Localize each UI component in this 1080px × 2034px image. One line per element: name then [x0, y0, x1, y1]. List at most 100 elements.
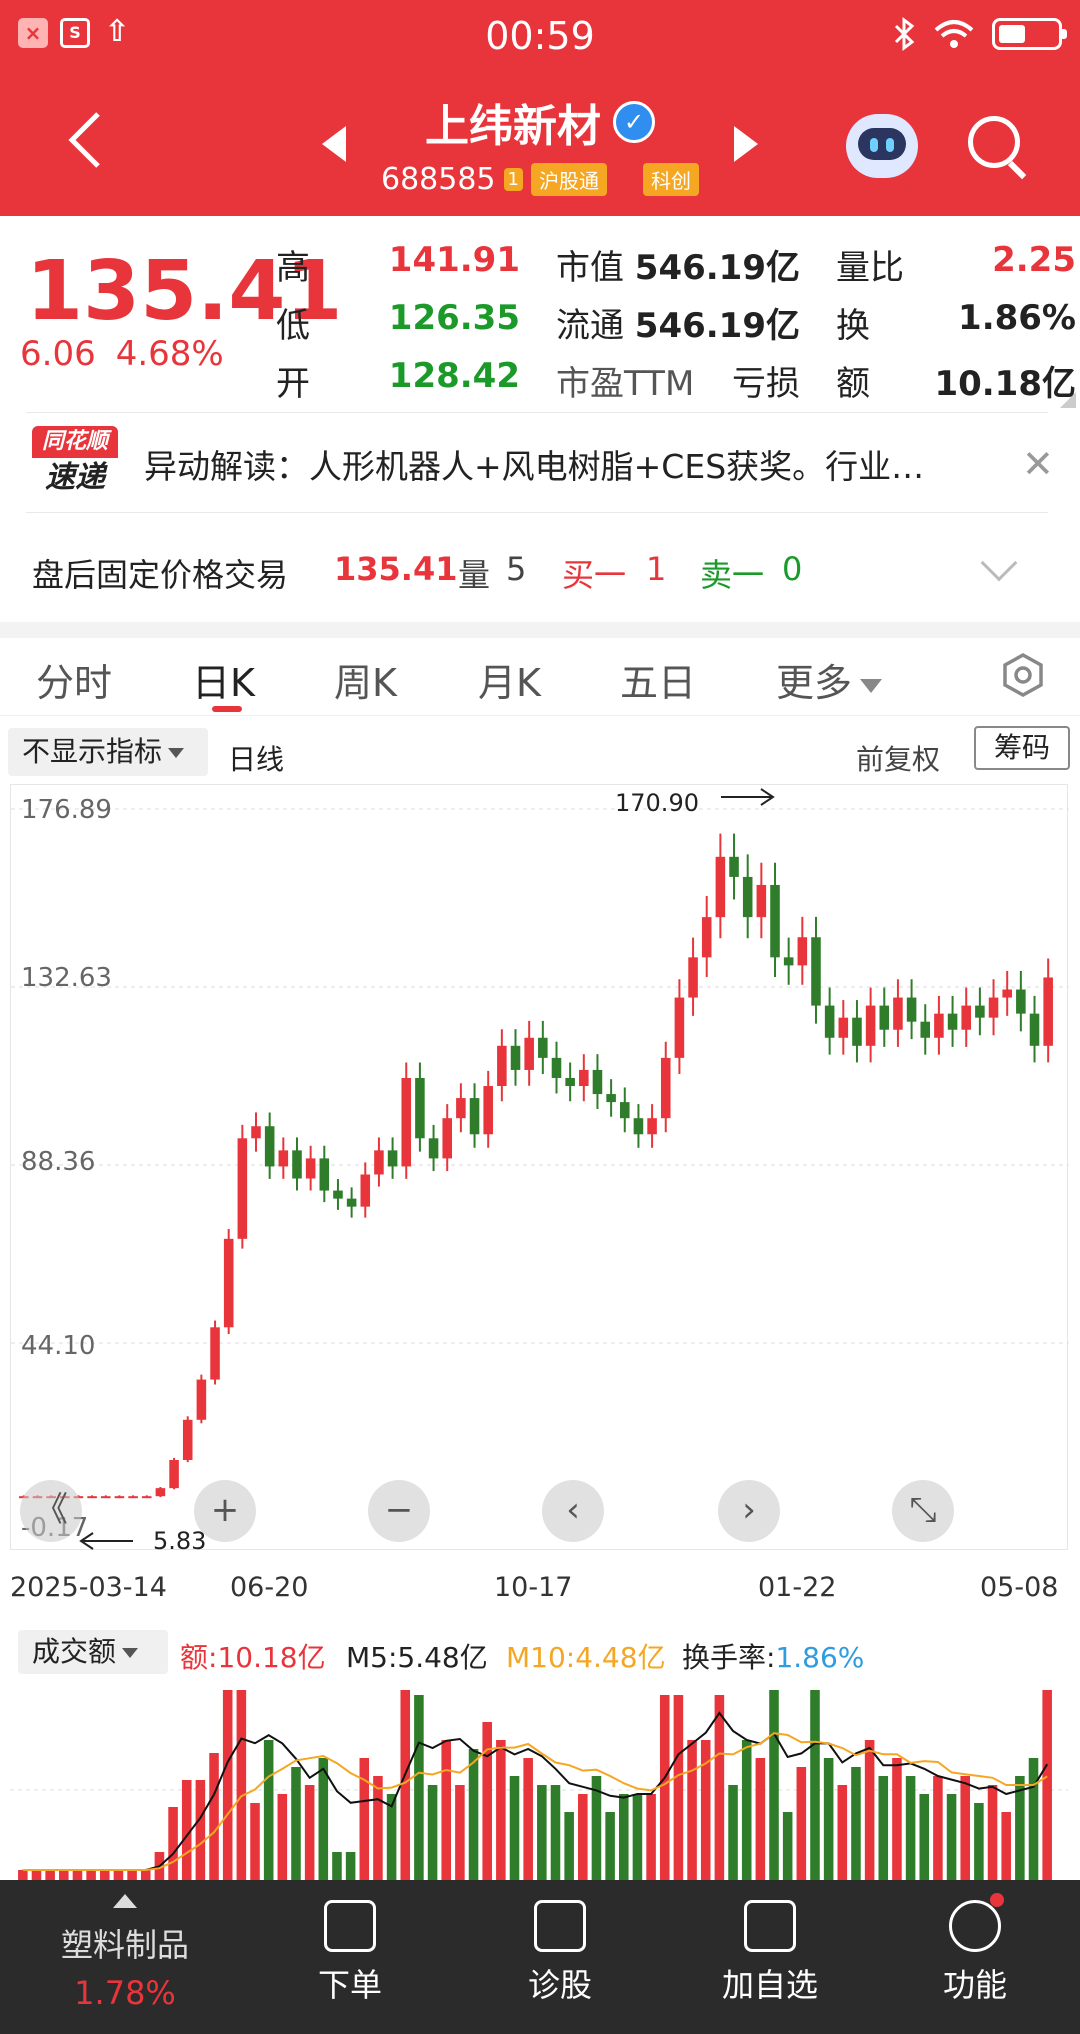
volume-bar [427, 1785, 438, 1880]
buy1-label: 买一 [562, 556, 627, 594]
open-value: 128.42 [388, 356, 520, 396]
expand-corner-icon[interactable] [1060, 392, 1076, 408]
high-label: 高 [276, 248, 310, 288]
function-label: 功能 [942, 1966, 1007, 2004]
candle-body [742, 876, 753, 918]
fast-back-button[interactable]: 《 [20, 1480, 82, 1542]
volume-bar [168, 1807, 178, 1880]
volume-bar [851, 1767, 861, 1880]
x-axis: 2025-03-14 06-20 10-17 01-22 05-08 [0, 1560, 1080, 1610]
function-button[interactable]: 功能 [930, 1893, 1020, 2006]
candle-body [592, 1069, 603, 1095]
volume-amount: 额:10.18亿 [180, 1636, 326, 1676]
volume-bar [523, 1758, 533, 1880]
k-line-chart[interactable]: 176.89 132.63 88.36 44.10 -0.17 170.90 5… [10, 784, 1069, 1555]
candle-body [674, 997, 685, 1058]
fullscreen-button[interactable]: ⤡ [892, 1480, 954, 1542]
volume-chart[interactable] [10, 1680, 1068, 1880]
volume-bar [974, 1803, 984, 1880]
volume-bar [318, 1758, 329, 1880]
verified-icon: ✓ [613, 101, 655, 143]
volume-bar [933, 1776, 943, 1880]
volume-bar [72, 1870, 83, 1880]
y-tick-label: 132.63 [21, 963, 112, 993]
volume-bar [960, 1776, 971, 1880]
candle-body [510, 1045, 521, 1070]
next-button[interactable]: › [718, 1480, 780, 1542]
volume-bar [864, 1740, 875, 1880]
volume-selector[interactable]: 成交额 [18, 1630, 168, 1674]
tab-weekly-k[interactable]: 周K [334, 652, 397, 707]
volume-bar [209, 1753, 219, 1880]
candle-body [988, 997, 999, 1018]
close-icon[interactable]: ✕ [1022, 442, 1054, 486]
volume-bar [332, 1852, 342, 1880]
after-hours-label: 盘后固定价格交易 [32, 556, 289, 594]
small-tag: 1 [503, 168, 523, 191]
volume-bar [373, 1776, 383, 1880]
volume-bar [441, 1740, 452, 1880]
volume-bar [31, 1870, 42, 1880]
candle-body [565, 1077, 575, 1087]
next-stock-icon[interactable] [734, 126, 758, 162]
prev-button[interactable]: ‹ [542, 1480, 604, 1542]
chevron-down-icon[interactable] [980, 544, 1018, 582]
adjust-button[interactable]: 前复权 [856, 738, 940, 778]
candle-body [87, 1496, 97, 1499]
volume-bar [304, 1785, 315, 1880]
diagnose-button[interactable]: 诊股 [518, 1900, 602, 2006]
board-tag: 科创 [642, 163, 699, 196]
candle-body [305, 1158, 316, 1179]
add-watch-button[interactable]: 加自选 [710, 1900, 830, 2006]
indicator-selector[interactable]: 不显示指标 [8, 728, 208, 776]
robot-assistant-icon[interactable] [846, 114, 918, 178]
tab-five-day[interactable]: 五日 [620, 652, 696, 707]
status-bar: × S ⇧ 00:59 [0, 0, 1080, 72]
chart-tabs: 分时 日K 周K 月K 五日 更多 [0, 638, 1080, 716]
battery-icon [992, 18, 1067, 50]
tab-intraday[interactable]: 分时 [36, 652, 112, 707]
dropdown-icon [860, 678, 883, 693]
quote-panel: 135.41 6.06 4.68% 高 141.91 低 126.35 开 12… [0, 216, 1080, 412]
zoom-in-button[interactable]: + [194, 1480, 256, 1542]
candle-body [360, 1174, 371, 1207]
k-line-svg [11, 788, 1069, 1550]
candle-body [374, 1150, 384, 1175]
tab-more[interactable]: 更多 [776, 652, 883, 707]
candle-body [524, 1037, 534, 1070]
candle-body [824, 1005, 835, 1038]
low-label: 低 [276, 306, 310, 346]
high-value: 141.91 [388, 240, 520, 280]
volume-bar [550, 1785, 561, 1880]
candle-body [114, 1496, 125, 1499]
candle-body [1029, 1013, 1040, 1046]
zoom-out-button[interactable]: − [368, 1480, 430, 1542]
x-tick-label: 06-20 [230, 1572, 309, 1603]
volume-svg [10, 1690, 1068, 1880]
volume-bar [1001, 1812, 1011, 1880]
news-logo-top: 同花顺 [32, 426, 118, 458]
candle-body [893, 997, 903, 1030]
after-hours-row[interactable]: 盘后固定价格交易 135.41 量 5 买一 1 卖一 0 [0, 512, 1080, 622]
x-tick-label: 05-08 [980, 1572, 1059, 1603]
settings-hexagon-icon[interactable] [1000, 652, 1046, 698]
news-text[interactable]: 异动解读：人形机器人+风电树脂+CES获奖。行业… [144, 440, 984, 488]
news-banner[interactable]: 同花顺 速递 异动解读：人形机器人+风电树脂+CES获奖。行业… ✕ [0, 412, 1080, 512]
volume-bar [140, 1870, 151, 1880]
candle-body [606, 1094, 616, 1103]
x-tick-label: 10-17 [494, 1572, 573, 1603]
volume-amount-value: 10.18亿 [217, 1641, 326, 1674]
chips-button[interactable]: 筹码 [974, 726, 1070, 770]
y-tick-label: 44.10 [21, 1331, 96, 1361]
candle-body [1002, 989, 1012, 998]
connect-tag: 沪股通 [530, 163, 607, 196]
candle-body [251, 1126, 261, 1139]
volume-bar [113, 1870, 124, 1880]
ma10-value: M10:4.48亿 [506, 1641, 666, 1674]
tab-daily-k[interactable]: 日K [192, 652, 255, 707]
order-button[interactable]: 下单 [310, 1900, 390, 2006]
tab-monthly-k[interactable]: 月K [478, 652, 541, 707]
candle-body [346, 1198, 357, 1207]
order-label: 下单 [317, 1966, 382, 2004]
sector-button[interactable]: 塑料制品 1.78% [50, 1894, 200, 2012]
